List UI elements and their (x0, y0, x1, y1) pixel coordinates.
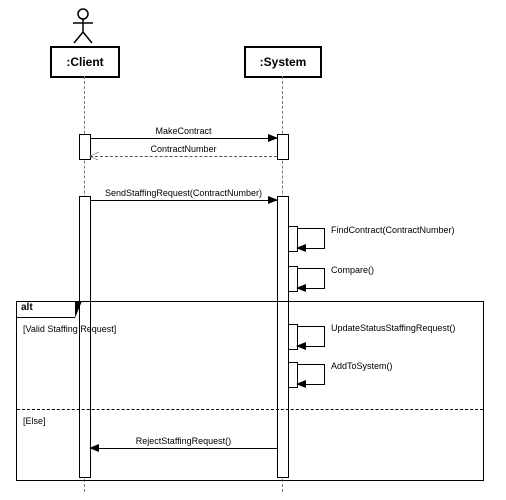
message-label: SendStaffingRequest(ContractNumber) (90, 188, 277, 198)
message-find-contract: FindContract(ContractNumber) (297, 228, 325, 248)
lifeline-head-system: :System (244, 46, 322, 78)
sequence-diagram: :Client :System MakeContract ContractNum… (0, 0, 506, 500)
lifeline-label: :Client (66, 55, 103, 69)
guard-else: [Else] (23, 416, 46, 426)
actor-icon (68, 8, 98, 44)
lifeline-head-client: :Client (50, 46, 120, 78)
activation-system-1 (277, 134, 289, 160)
lifeline-label: :System (260, 55, 307, 69)
message-label: MakeContract (90, 126, 277, 136)
message-compare: Compare() (297, 268, 325, 288)
message-label: RejectStaffingRequest() (90, 436, 277, 446)
fragment-operator: alt (16, 301, 75, 318)
guard-valid: [Valid Staffing Request] (23, 324, 116, 334)
message-add-to-system: AddToSystem() (297, 364, 325, 384)
fragment-divider (17, 409, 483, 410)
message-label: FindContract(ContractNumber) (331, 225, 455, 235)
message-label: Compare() (331, 265, 374, 275)
message-label: AddToSystem() (331, 361, 393, 371)
message-label: ContractNumber (90, 144, 277, 154)
message-label: UpdateStatusStaffingRequest() (331, 323, 455, 333)
message-update-status: UpdateStatusStaffingRequest() (297, 326, 325, 346)
